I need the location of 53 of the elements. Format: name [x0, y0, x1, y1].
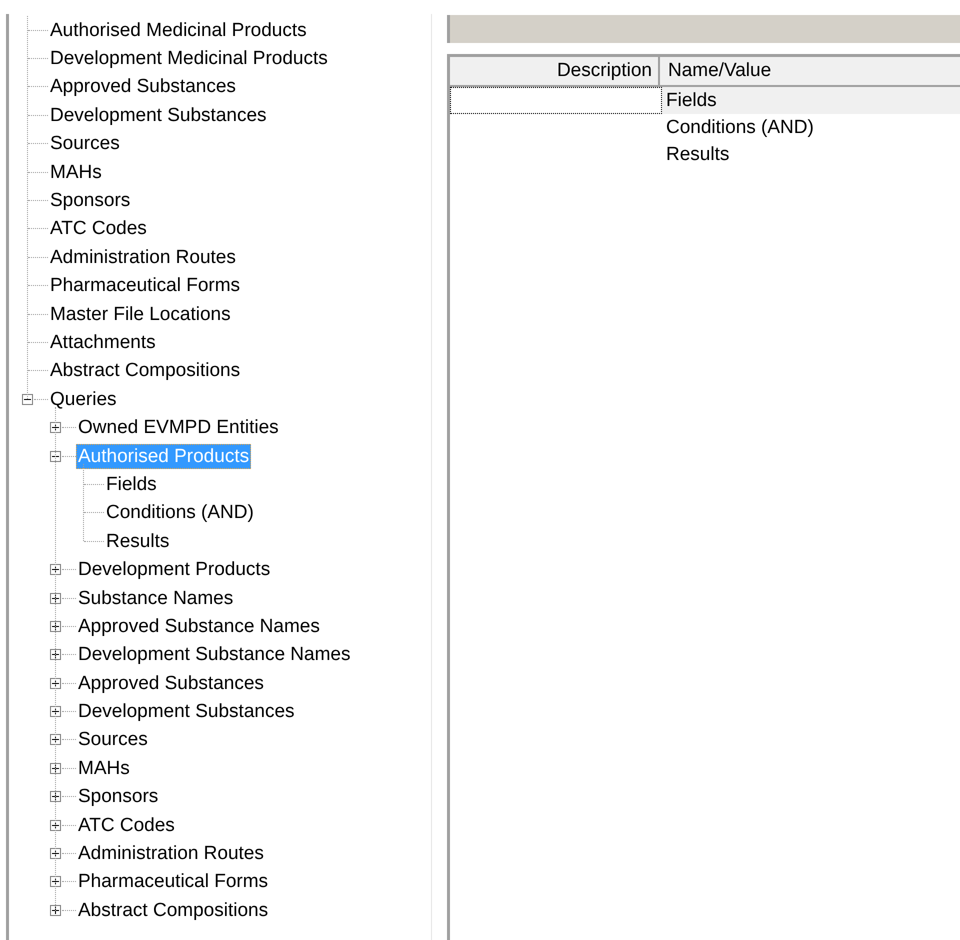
tree-item[interactable]: Owned EVMPD Entities: [76, 415, 281, 440]
plus-box-icon[interactable]: [50, 762, 61, 774]
tree-item[interactable]: Sponsors: [76, 784, 160, 810]
plus-box-icon[interactable]: [50, 706, 61, 718]
tree-item[interactable]: Authorised Medicinal Products: [48, 18, 309, 43]
tree-item[interactable]: Approved Substances: [48, 74, 238, 100]
plus-box-icon[interactable]: [50, 904, 61, 916]
minus-box-icon[interactable]: [50, 450, 61, 462]
tree-item[interactable]: Development Medicinal Products: [48, 46, 330, 72]
tree-item[interactable]: Development Substances: [48, 102, 269, 128]
table-row[interactable]: Fields: [450, 87, 960, 114]
table-cell-text: Results: [665, 143, 730, 167]
tree-item[interactable]: Abstract Compositions: [76, 898, 270, 923]
tree-item[interactable]: Development Products: [76, 557, 272, 582]
tree-item[interactable]: Administration Routes: [48, 244, 238, 270]
plus-box-icon[interactable]: [50, 592, 61, 604]
plus-box-icon[interactable]: [50, 620, 61, 632]
tree-item[interactable]: Abstract Compositions: [48, 358, 242, 384]
tree-item[interactable]: Fields: [104, 472, 159, 497]
plus-box-icon[interactable]: [50, 848, 61, 860]
plus-box-icon[interactable]: [50, 734, 61, 746]
column-header[interactable]: Description: [450, 57, 660, 85]
tree-item[interactable]: Development Substance Names: [76, 642, 352, 668]
tree-item[interactable]: Approved Substances: [76, 670, 266, 696]
tree-item[interactable]: Substance Names: [76, 586, 236, 610]
plus-box-icon[interactable]: [50, 876, 61, 888]
plus-box-icon[interactable]: [50, 649, 61, 660]
minus-box-icon[interactable]: [22, 394, 33, 405]
tree-item[interactable]: Queries: [48, 386, 119, 412]
tree-item[interactable]: Approved Substance Names: [76, 614, 322, 639]
tree-item[interactable]: Master File Locations: [48, 302, 233, 327]
plus-box-icon[interactable]: [50, 564, 61, 576]
tree-item[interactable]: MAHs: [76, 756, 132, 781]
tree-item[interactable]: Administration Routes: [76, 841, 266, 866]
plus-box-icon[interactable]: [50, 422, 61, 434]
table-cell-text: Conditions (AND): [665, 116, 814, 140]
tree-item[interactable]: Conditions (AND): [104, 500, 256, 526]
column-header[interactable]: Name/Value: [660, 57, 960, 85]
tree-item[interactable]: Pharmaceutical Forms: [48, 273, 242, 298]
tree-item[interactable]: Pharmaceutical Forms: [76, 869, 270, 894]
tree-item[interactable]: ATC Codes: [48, 216, 149, 242]
tree-item[interactable]: Attachments: [48, 330, 158, 355]
tree-item[interactable]: Sponsors: [48, 188, 132, 214]
plus-box-icon[interactable]: [50, 820, 61, 831]
plus-box-icon[interactable]: [50, 678, 61, 689]
tree-item[interactable]: Development Substances: [76, 699, 297, 724]
tree-item[interactable]: Sources: [48, 131, 122, 156]
tree-item[interactable]: MAHs: [48, 160, 104, 185]
tree-item[interactable]: Results: [104, 528, 172, 554]
table-cell-text: Fields: [665, 89, 717, 113]
tree-item[interactable]: Sources: [76, 727, 150, 752]
tree-item[interactable]: ATC Codes: [76, 812, 177, 838]
plus-box-icon[interactable]: [50, 791, 61, 802]
